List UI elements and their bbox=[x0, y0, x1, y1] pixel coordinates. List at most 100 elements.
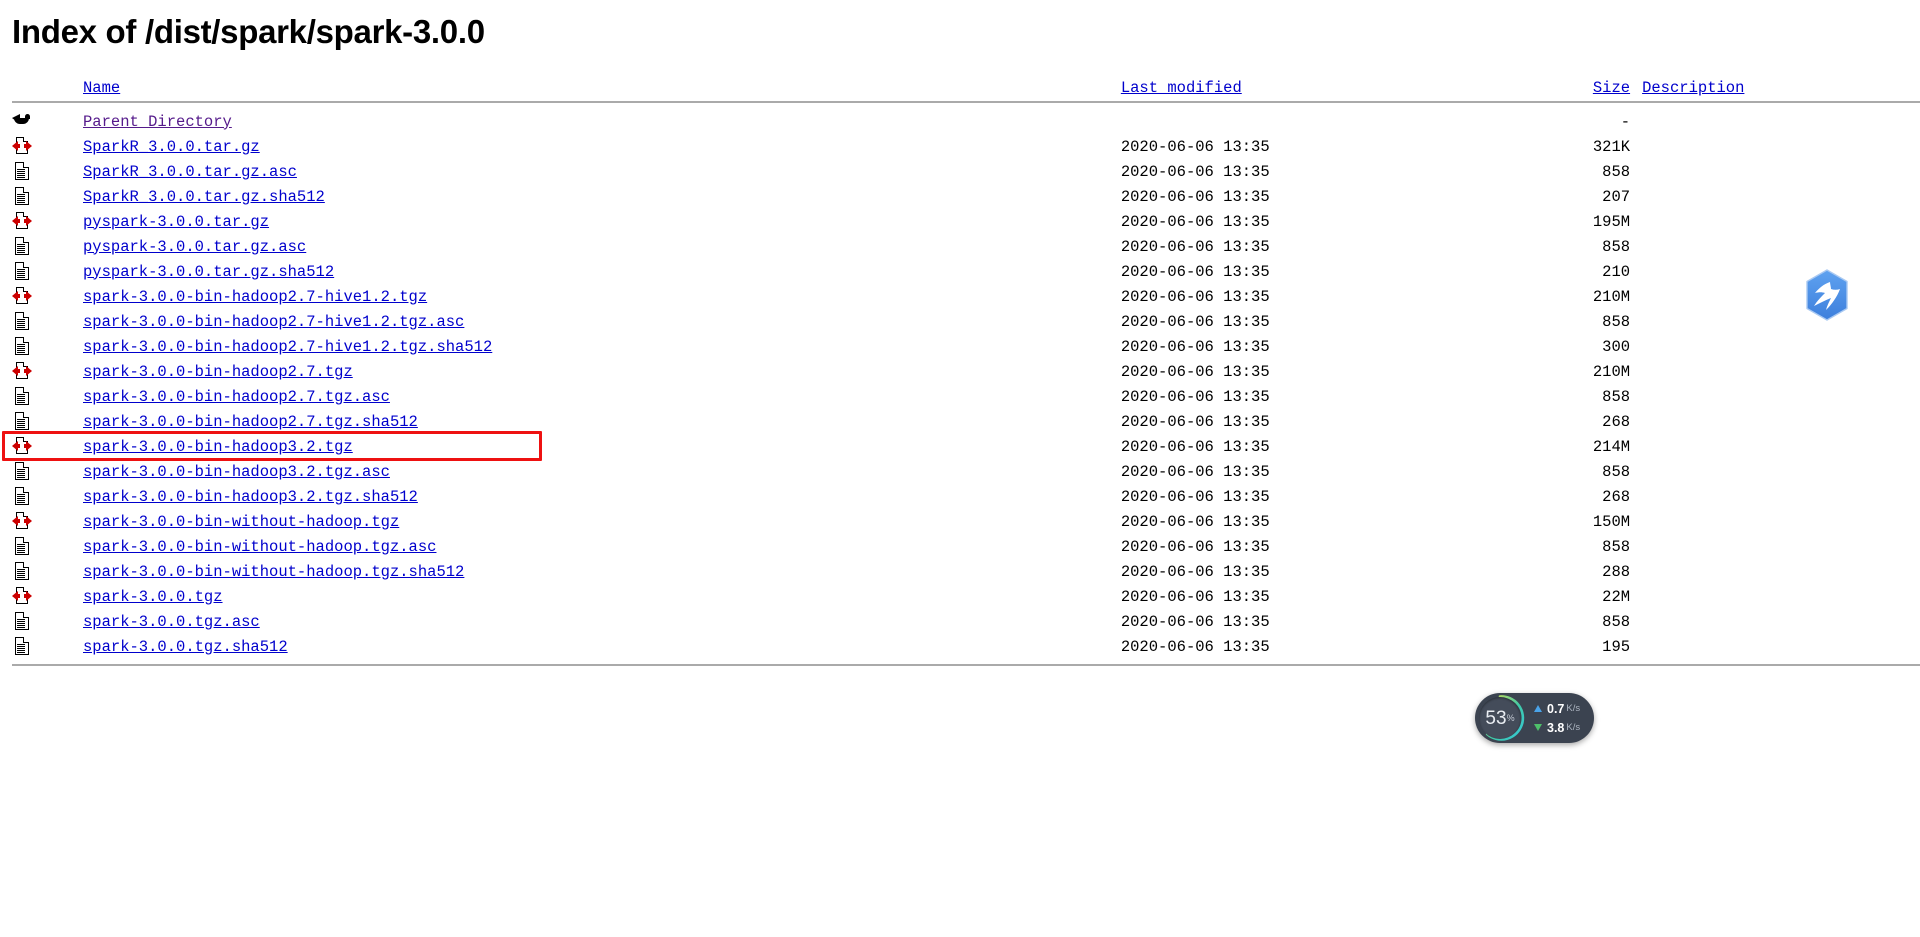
file-last-modified: 2020-06-06 13:35 bbox=[1120, 612, 1270, 631]
file-link[interactable]: spark-3.0.0-bin-without-hadoop.tgz.asc bbox=[83, 538, 436, 556]
file-size: 858 bbox=[1602, 537, 1631, 556]
table-row[interactable]: spark-3.0.0-bin-hadoop2.7-hive1.2.tgz.sh… bbox=[12, 334, 1920, 359]
parent-directory-row[interactable]: Parent Directory - bbox=[12, 109, 1920, 134]
cpu-percent-symbol: % bbox=[1506, 713, 1515, 723]
file-link[interactable]: pyspark-3.0.0.tar.gz bbox=[83, 213, 269, 231]
file-size: 300 bbox=[1602, 337, 1631, 356]
table-row[interactable]: SparkR_3.0.0.tar.gz 2020-06-06 13:35 321K bbox=[12, 134, 1920, 159]
file-link[interactable]: spark-3.0.0-bin-hadoop2.7.tgz.asc bbox=[83, 388, 390, 406]
file-link[interactable]: spark-3.0.0.tgz bbox=[83, 588, 223, 606]
table-row[interactable]: spark-3.0.0-bin-hadoop3.2.tgz.sha512 2020… bbox=[12, 484, 1920, 509]
text-file-icon bbox=[12, 386, 32, 408]
file-size: 214M bbox=[1592, 437, 1631, 456]
file-link[interactable]: spark-3.0.0.tgz.sha512 bbox=[83, 638, 288, 656]
file-link[interactable]: SparkR_3.0.0.tar.gz.asc bbox=[83, 163, 297, 181]
file-link[interactable]: spark-3.0.0-bin-hadoop2.7-hive1.2.tgz.sh… bbox=[83, 338, 492, 356]
archive-icon bbox=[12, 211, 32, 233]
file-size: 195 bbox=[1602, 637, 1631, 656]
file-last-modified: 2020-06-06 13:35 bbox=[1120, 387, 1270, 406]
archive-icon bbox=[12, 511, 32, 533]
header-icon-cell bbox=[12, 79, 83, 97]
table-row[interactable]: spark-3.0.0-bin-without-hadoop.tgz.asc 20… bbox=[12, 534, 1920, 559]
file-link[interactable]: spark-3.0.0-bin-without-hadoop.tgz bbox=[83, 513, 399, 531]
file-link[interactable]: pyspark-3.0.0.tar.gz.sha512 bbox=[83, 263, 334, 281]
table-row[interactable]: pyspark-3.0.0.tar.gz 2020-06-06 13:35 195M bbox=[12, 209, 1920, 234]
text-file-icon bbox=[12, 611, 32, 633]
file-last-modified: 2020-06-06 13:35 bbox=[1120, 337, 1270, 356]
file-link[interactable]: spark-3.0.0-bin-without-hadoop.tgz.sha51… bbox=[83, 563, 464, 581]
archive-icon bbox=[12, 436, 32, 458]
table-row[interactable]: spark-3.0.0-bin-without-hadoop.tgz 2020-0… bbox=[12, 509, 1920, 534]
table-row[interactable]: pyspark-3.0.0.tar.gz.sha512 2020-06-06 13… bbox=[12, 259, 1920, 284]
archive-icon bbox=[12, 586, 32, 608]
column-header-description[interactable]: Description bbox=[1642, 79, 1744, 97]
file-size: 268 bbox=[1602, 487, 1631, 506]
table-row[interactable]: spark-3.0.0.tgz.sha512 2020-06-06 13:35 19… bbox=[12, 634, 1920, 659]
table-row[interactable]: spark-3.0.0-bin-hadoop3.2.tgz 2020-06-06 … bbox=[12, 434, 1920, 459]
file-last-modified: 2020-06-06 13:35 bbox=[1120, 487, 1270, 506]
download-speed-line: 3.8 K/s bbox=[1534, 718, 1580, 737]
archive-icon bbox=[12, 136, 32, 158]
file-last-modified: 2020-06-06 13:35 bbox=[1120, 537, 1270, 556]
directory-listing: Name Last modified Size Description Parent D… bbox=[0, 79, 1920, 666]
table-row[interactable]: spark-3.0.0-bin-hadoop2.7.tgz.sha512 2020… bbox=[12, 409, 1920, 434]
table-row[interactable]: spark-3.0.0-bin-without-hadoop.tgz.sha51… bbox=[12, 559, 1920, 584]
table-row[interactable]: spark-3.0.0.tgz.asc 2020-06-06 13:35 858 bbox=[12, 609, 1920, 634]
column-header-last-modified[interactable]: Last modified bbox=[1121, 79, 1242, 97]
file-link[interactable]: spark-3.0.0-bin-hadoop2.7.tgz.sha512 bbox=[83, 413, 418, 431]
file-size: 858 bbox=[1602, 312, 1631, 331]
file-table: Name Last modified Size Description Parent D… bbox=[12, 79, 1920, 666]
file-last-modified: 2020-06-06 13:35 bbox=[1120, 562, 1270, 581]
archive-icon bbox=[12, 361, 32, 383]
file-size: 321K bbox=[1592, 137, 1631, 156]
table-row[interactable]: spark-3.0.0-bin-hadoop2.7.tgz 2020-06-06 … bbox=[12, 359, 1920, 384]
file-link[interactable]: pyspark-3.0.0.tar.gz.asc bbox=[83, 238, 306, 256]
file-size: 288 bbox=[1602, 562, 1631, 581]
table-row[interactable]: spark-3.0.0.tgz 2020-06-06 13:35 22M bbox=[12, 584, 1920, 609]
table-row[interactable]: SparkR_3.0.0.tar.gz.sha512 2020-06-06 13:… bbox=[12, 184, 1920, 209]
file-link[interactable]: spark-3.0.0-bin-hadoop2.7-hive1.2.tgz.as… bbox=[83, 313, 464, 331]
file-last-modified: 2020-06-06 13:35 bbox=[1120, 412, 1270, 431]
file-link[interactable]: spark-3.0.0-bin-hadoop2.7.tgz bbox=[83, 363, 353, 381]
download-arrow-icon bbox=[1534, 724, 1542, 731]
file-link[interactable]: spark-3.0.0-bin-hadoop3.2.tgz bbox=[83, 438, 353, 456]
file-link[interactable]: SparkR_3.0.0.tar.gz.sha512 bbox=[83, 188, 325, 206]
download-speed-value: 3.8 bbox=[1547, 720, 1565, 735]
file-link[interactable]: spark-3.0.0-bin-hadoop2.7-hive1.2.tgz bbox=[83, 288, 427, 306]
file-last-modified: 2020-06-06 13:35 bbox=[1120, 587, 1270, 606]
download-speed-unit: K/s bbox=[1566, 722, 1581, 733]
file-size: 195M bbox=[1592, 212, 1631, 231]
header-divider-row bbox=[12, 97, 1920, 109]
cpu-gauge-core: 53% bbox=[1479, 697, 1521, 739]
upload-speed-unit: K/s bbox=[1566, 703, 1581, 714]
file-link[interactable]: spark-3.0.0-bin-hadoop3.2.tgz.asc bbox=[83, 463, 390, 481]
table-row[interactable]: spark-3.0.0-bin-hadoop3.2.tgz.asc 2020-06… bbox=[12, 459, 1920, 484]
file-size: 858 bbox=[1602, 237, 1631, 256]
file-size: 858 bbox=[1602, 162, 1631, 181]
network-speed-widget[interactable]: 53% 0.7 K/s 3.8 K/s bbox=[1475, 693, 1595, 743]
cpu-usage-gauge: 53% bbox=[1475, 693, 1525, 743]
column-header-size[interactable]: Size bbox=[1593, 79, 1630, 97]
footer-divider-row bbox=[12, 659, 1920, 666]
table-header-row: Name Last modified Size Description bbox=[12, 79, 1920, 97]
file-last-modified: 2020-06-06 13:35 bbox=[1120, 137, 1270, 156]
text-file-icon bbox=[12, 486, 32, 508]
file-last-modified: 2020-06-06 13:35 bbox=[1120, 312, 1270, 331]
table-row[interactable]: SparkR_3.0.0.tar.gz.asc 2020-06-06 13:35 8… bbox=[12, 159, 1920, 184]
text-file-icon bbox=[12, 636, 32, 658]
table-row[interactable]: pyspark-3.0.0.tar.gz.asc 2020-06-06 13:35… bbox=[12, 234, 1920, 259]
footer-divider bbox=[12, 664, 1920, 666]
file-link[interactable]: spark-3.0.0.tgz.asc bbox=[83, 613, 260, 631]
file-link[interactable]: SparkR_3.0.0.tar.gz bbox=[83, 138, 260, 156]
back-arrow-icon bbox=[12, 112, 34, 132]
table-row[interactable]: spark-3.0.0-bin-hadoop2.7.tgz.asc 2020-06… bbox=[12, 384, 1920, 409]
thunder-download-icon[interactable] bbox=[1800, 268, 1854, 322]
parent-directory-link[interactable]: Parent Directory bbox=[83, 113, 232, 131]
column-header-name[interactable]: Name bbox=[83, 79, 120, 97]
file-last-modified: 2020-06-06 13:35 bbox=[1120, 187, 1270, 206]
text-file-icon bbox=[12, 461, 32, 483]
file-link[interactable]: spark-3.0.0-bin-hadoop3.2.tgz.sha512 bbox=[83, 488, 418, 506]
text-file-icon bbox=[12, 536, 32, 558]
table-row[interactable]: spark-3.0.0-bin-hadoop2.7-hive1.2.tgz.as… bbox=[12, 309, 1920, 334]
table-row[interactable]: spark-3.0.0-bin-hadoop2.7-hive1.2.tgz 202… bbox=[12, 284, 1920, 309]
